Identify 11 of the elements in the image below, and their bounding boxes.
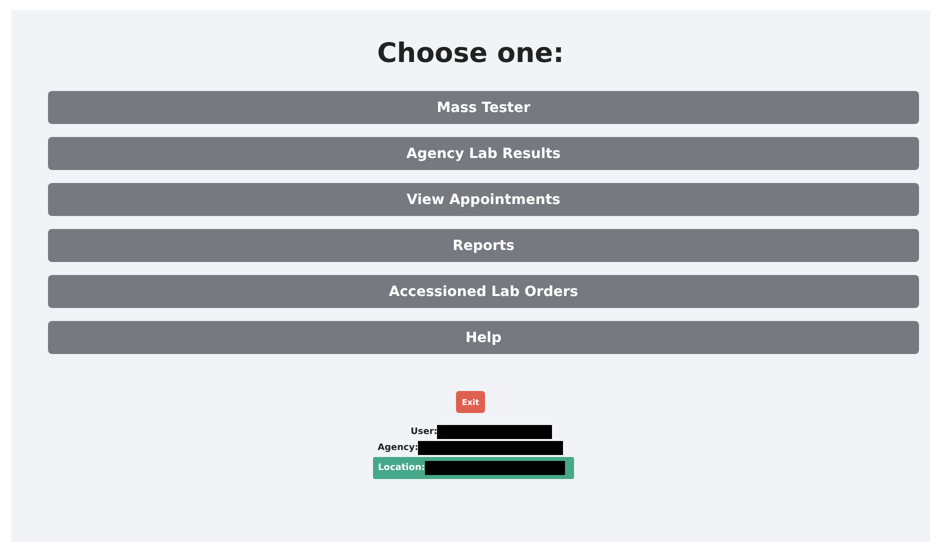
menu-button[interactable]: Help	[48, 321, 919, 354]
exit-button[interactable]: Exit	[456, 391, 486, 413]
info-label: Location:	[378, 463, 425, 473]
page-title: Choose one:	[377, 38, 564, 69]
menu-button[interactable]: Agency Lab Results	[48, 137, 919, 170]
info-label: Agency:	[378, 443, 418, 453]
menu-button[interactable]: Mass Tester	[48, 91, 919, 124]
menu-button[interactable]: Reports	[48, 229, 919, 262]
menu-button[interactable]: Accessioned Lab Orders	[48, 275, 919, 308]
info-label: User:	[410, 427, 438, 437]
menu-button[interactable]: View Appointments	[48, 183, 919, 216]
